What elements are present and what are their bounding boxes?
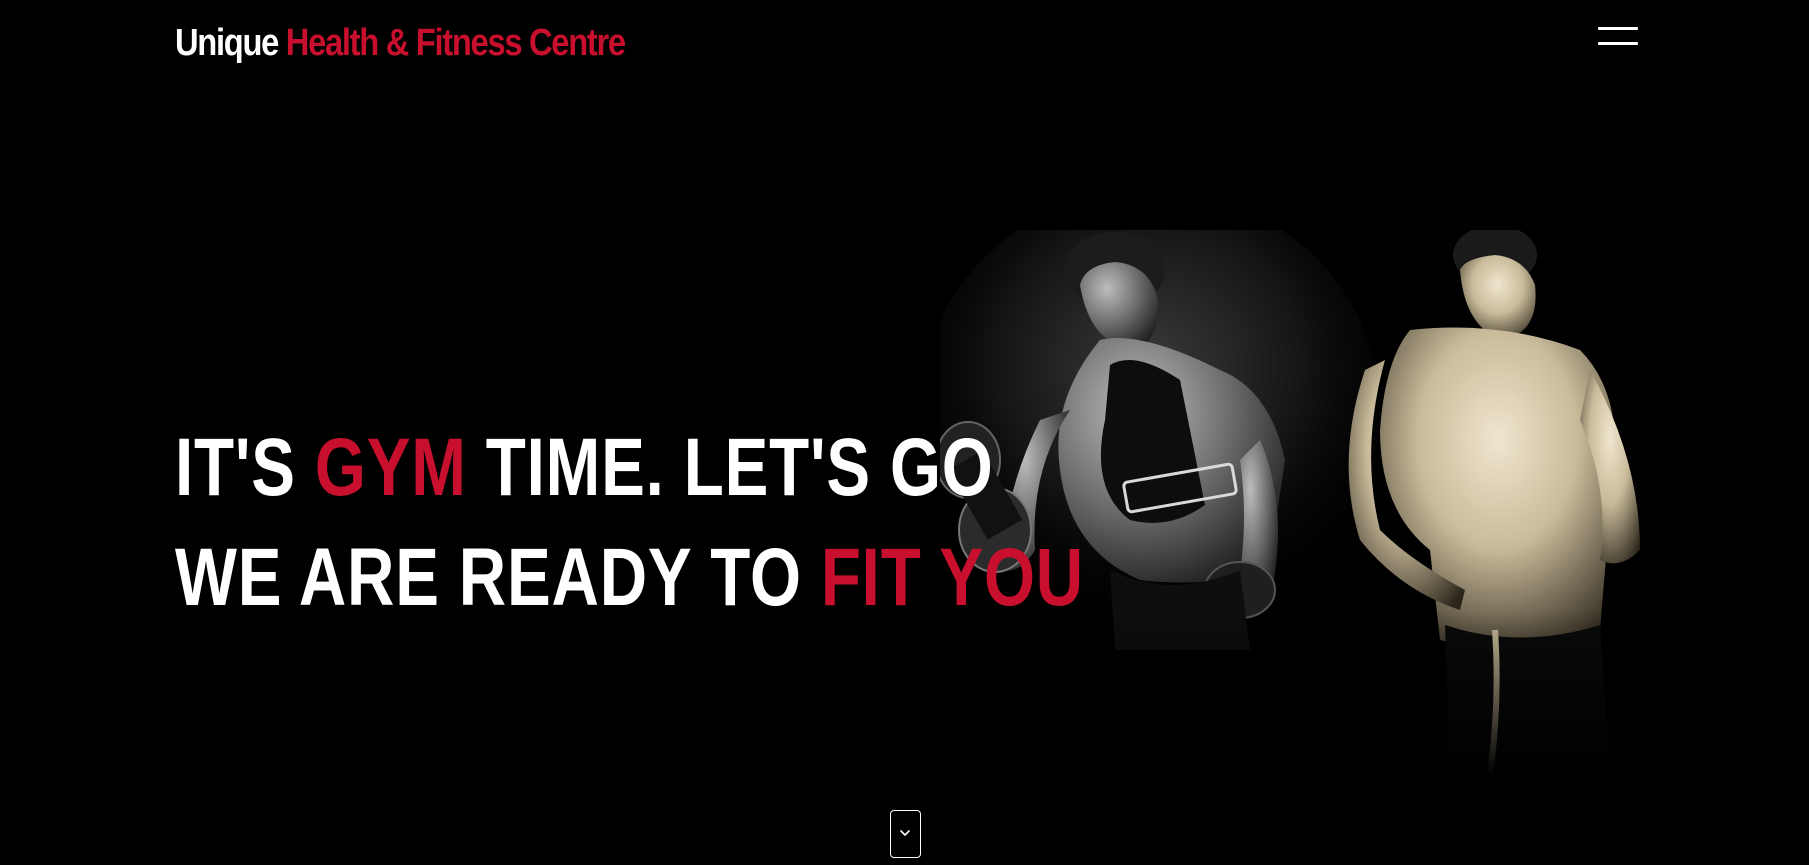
menu-bar-bottom xyxy=(1598,42,1638,45)
headline-accent-text: FIT YOU xyxy=(820,531,1084,623)
menu-bar-top xyxy=(1598,27,1638,30)
headline-line-1: IT'S GYM TIME. LET'S GO xyxy=(175,413,1084,523)
site-logo[interactable]: Unique Health & Fitness Centre xyxy=(175,18,626,68)
logo-text-primary: Unique xyxy=(175,22,279,64)
headline-text: TIME. LET'S GO xyxy=(466,421,994,513)
headline-text: WE ARE READY TO xyxy=(175,531,821,623)
scroll-down-button[interactable] xyxy=(890,810,921,858)
headline-text: IT'S xyxy=(175,421,315,513)
site-header: Unique Health & Fitness Centre xyxy=(0,0,1809,90)
chevron-down-icon xyxy=(900,830,910,836)
headline-accent-text: GYM xyxy=(314,421,467,513)
logo-text-accent: Health & Fitness Centre xyxy=(285,22,626,64)
hero-headline: IT'S GYM TIME. LET'S GO WE ARE READY TO … xyxy=(175,413,1084,633)
hamburger-menu-icon[interactable] xyxy=(1598,24,1638,48)
headline-line-2: WE ARE READY TO FIT YOU xyxy=(175,523,1084,633)
